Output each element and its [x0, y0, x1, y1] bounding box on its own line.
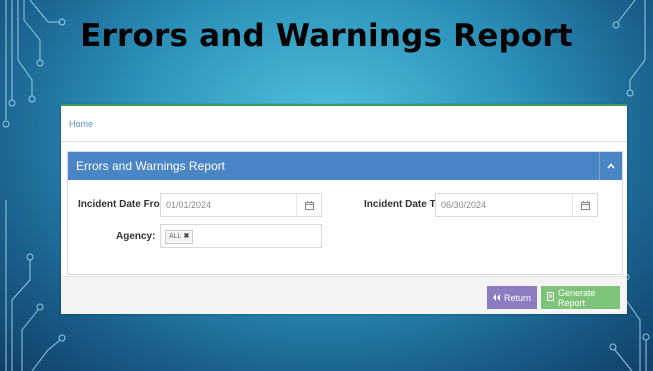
- calendar-icon[interactable]: [572, 194, 597, 216]
- chevron-up-icon: [607, 163, 615, 169]
- report-panel: Errors and Warnings Report Incident Date…: [67, 151, 623, 275]
- agency-label: Agency:: [116, 231, 156, 242]
- panel-header: Errors and Warnings Report: [68, 152, 622, 180]
- date-to-field[interactable]: 06/30/2024: [435, 193, 598, 217]
- double-chevron-left-icon: [493, 293, 500, 303]
- date-from-value: 01/01/2024: [166, 200, 212, 210]
- date-from-field[interactable]: 01/01/2024: [160, 193, 322, 217]
- generate-label: Generate Report: [558, 287, 596, 308]
- calendar-icon[interactable]: [296, 194, 321, 216]
- panel-title: Errors and Warnings Report: [76, 159, 225, 173]
- report-window: Home Errors and Warnings Report Incident…: [61, 104, 627, 314]
- date-from-label: Incident Date From:: [78, 199, 172, 210]
- return-label: Return: [504, 292, 532, 303]
- document-icon: [547, 292, 554, 303]
- remove-tag-icon[interactable]: ✖: [183, 233, 189, 240]
- agency-tag: ALL ✖: [165, 230, 194, 244]
- breadcrumb-home[interactable]: Home: [69, 119, 93, 129]
- form-footer: Return Generate Report: [61, 276, 627, 314]
- collapse-button[interactable]: [599, 152, 622, 180]
- return-button[interactable]: Return: [487, 286, 537, 309]
- generate-report-button[interactable]: Generate Report: [541, 286, 620, 309]
- agency-tag-label: ALL: [169, 233, 182, 240]
- slide-title: Errors and Warnings Report: [80, 18, 573, 54]
- agency-select[interactable]: ALL ✖: [160, 224, 322, 248]
- divider: [61, 141, 627, 142]
- date-to-value: 06/30/2024: [441, 200, 487, 210]
- date-to-label: Incident Date To:: [364, 199, 445, 210]
